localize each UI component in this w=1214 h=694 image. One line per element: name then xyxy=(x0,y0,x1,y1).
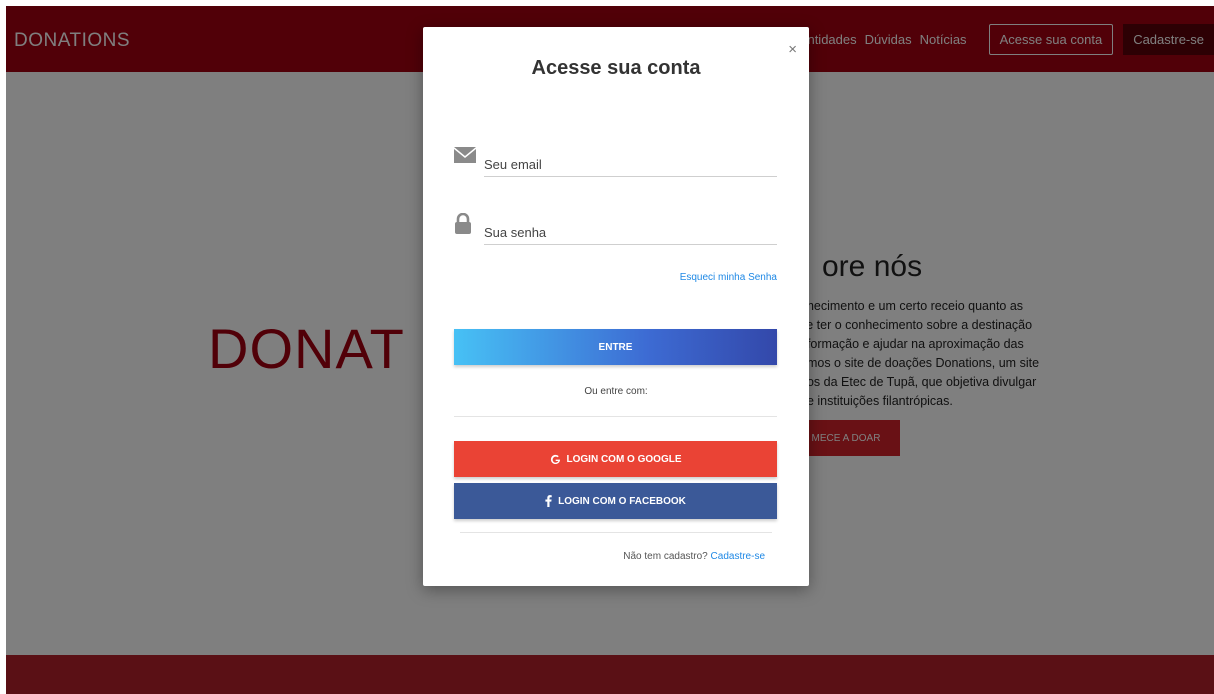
google-login-label: LOGIN COM O GOOGLE xyxy=(566,453,682,465)
facebook-login-button[interactable]: LOGIN COM O FACEBOOK xyxy=(454,483,777,519)
email-field-group xyxy=(453,143,777,177)
enter-button[interactable]: ENTRE xyxy=(454,329,777,365)
google-login-button[interactable]: LOGIN COM O GOOGLE xyxy=(454,441,777,477)
facebook-login-label: LOGIN COM O FACEBOOK xyxy=(558,495,686,507)
email-input[interactable] xyxy=(484,143,777,177)
close-icon[interactable]: × xyxy=(788,41,797,58)
divider xyxy=(460,532,772,533)
password-input[interactable] xyxy=(484,211,777,245)
google-icon xyxy=(550,454,561,465)
facebook-icon xyxy=(545,495,552,507)
divider xyxy=(454,416,777,417)
modal-title: Acesse sua conta xyxy=(531,57,701,79)
signup-prompt-text: Não tem cadastro? xyxy=(623,551,708,562)
signup-prompt: Não tem cadastro? Cadastre-se xyxy=(623,551,765,562)
or-login-with-text: Ou entre com: xyxy=(584,386,648,397)
signup-link[interactable]: Cadastre-se xyxy=(711,551,765,562)
forgot-password-link[interactable]: Esqueci minha Senha xyxy=(680,272,777,283)
envelope-icon xyxy=(453,145,477,167)
password-field-group xyxy=(453,211,777,245)
lock-icon xyxy=(453,212,477,235)
page-frame: DONATIONS Entidades Dúvidas Notícias Ace… xyxy=(6,6,1214,694)
login-modal: × Acesse sua conta Esqueci minha Senha E… xyxy=(423,27,809,586)
